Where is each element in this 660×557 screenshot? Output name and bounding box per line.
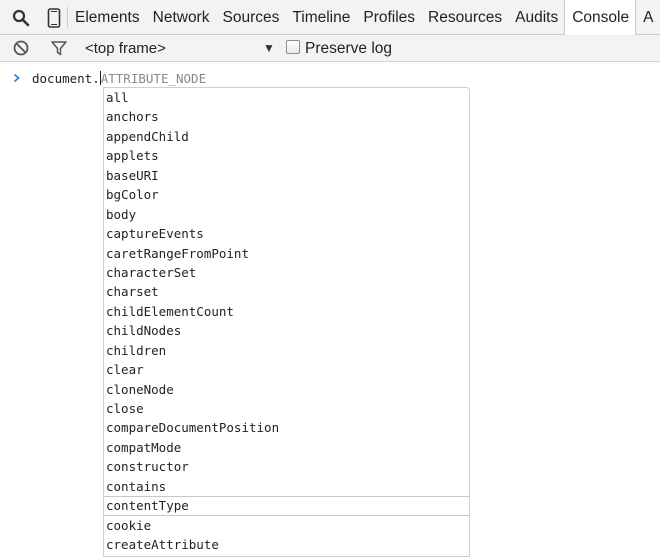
autocomplete-item[interactable]: all	[104, 88, 469, 107]
tab-console[interactable]: Console	[564, 0, 637, 36]
tab-audits[interactable]: Audits	[508, 0, 564, 35]
autocomplete-item[interactable]: constructor	[104, 457, 469, 476]
tab-a[interactable]: A	[636, 0, 659, 35]
console-toolbar: <top frame> ▼ Preserve log	[0, 35, 660, 62]
tab-resources[interactable]: Resources	[421, 0, 508, 35]
search-icon[interactable]	[10, 0, 32, 35]
console-typed-text: document.	[32, 71, 100, 86]
tab-timeline[interactable]: Timeline	[285, 0, 356, 35]
clear-console-icon[interactable]	[11, 38, 31, 58]
autocomplete-item[interactable]: applets	[104, 146, 469, 165]
preserve-log-checkbox[interactable]	[286, 40, 300, 54]
autocomplete-item[interactable]: childElementCount	[104, 302, 469, 321]
preserve-log-label[interactable]: Preserve log	[305, 35, 392, 62]
autocomplete-item[interactable]: contains	[104, 477, 469, 496]
filter-icon[interactable]	[49, 38, 69, 58]
autocomplete-item[interactable]: compareDocumentPosition	[104, 418, 469, 437]
tab-elements[interactable]: Elements	[68, 0, 146, 35]
autocomplete-item[interactable]: clear	[104, 360, 469, 379]
autocomplete-item[interactable]: baseURI	[104, 166, 469, 185]
device-mode-icon[interactable]	[44, 0, 64, 35]
autocomplete-item[interactable]: close	[104, 399, 469, 418]
autocomplete-item[interactable]: bgColor	[104, 185, 469, 204]
autocomplete-item[interactable]: children	[104, 341, 469, 360]
chevron-down-icon[interactable]: ▼	[263, 35, 275, 62]
panel-tabs: Elements Network Sources Timeline Profiles Re…	[68, 0, 659, 36]
autocomplete-item[interactable]: createAttribute	[104, 535, 469, 554]
tab-sources[interactable]: Sources	[215, 0, 285, 35]
autocomplete-item[interactable]: cloneNode	[104, 380, 469, 399]
autocomplete-item[interactable]: childNodes	[104, 321, 469, 340]
autocomplete-item[interactable]: caretRangeFromPoint	[104, 244, 469, 263]
tab-network[interactable]: Network	[146, 0, 216, 35]
autocomplete-item[interactable]: characterSet	[104, 263, 469, 282]
devtools-tab-bar: Elements Network Sources Timeline Profiles Re…	[0, 0, 660, 36]
autocomplete-item[interactable]: captureEvents	[104, 224, 469, 243]
autocomplete-item[interactable]: charset	[104, 282, 469, 301]
autocomplete-item[interactable]: cookie	[104, 516, 469, 535]
autocomplete-item[interactable]: compatMode	[104, 438, 469, 457]
autocomplete-dropdown: all anchors appendChild applets baseURI bgCol…	[103, 87, 470, 557]
tab-profiles[interactable]: Profiles	[356, 0, 421, 35]
autocomplete-ghost-text: ATTRIBUTE_NODE	[100, 71, 207, 86]
autocomplete-item-selected[interactable]: contentType	[104, 496, 469, 516]
console-input[interactable]: document.ATTRIBUTE_NODE	[32, 70, 206, 88]
frame-select[interactable]: <top frame>	[85, 35, 166, 62]
autocomplete-item[interactable]: body	[104, 205, 469, 224]
autocomplete-item[interactable]: appendChild	[104, 127, 469, 146]
autocomplete-item[interactable]: anchors	[104, 107, 469, 126]
prompt-chevron-icon	[12, 70, 22, 86]
